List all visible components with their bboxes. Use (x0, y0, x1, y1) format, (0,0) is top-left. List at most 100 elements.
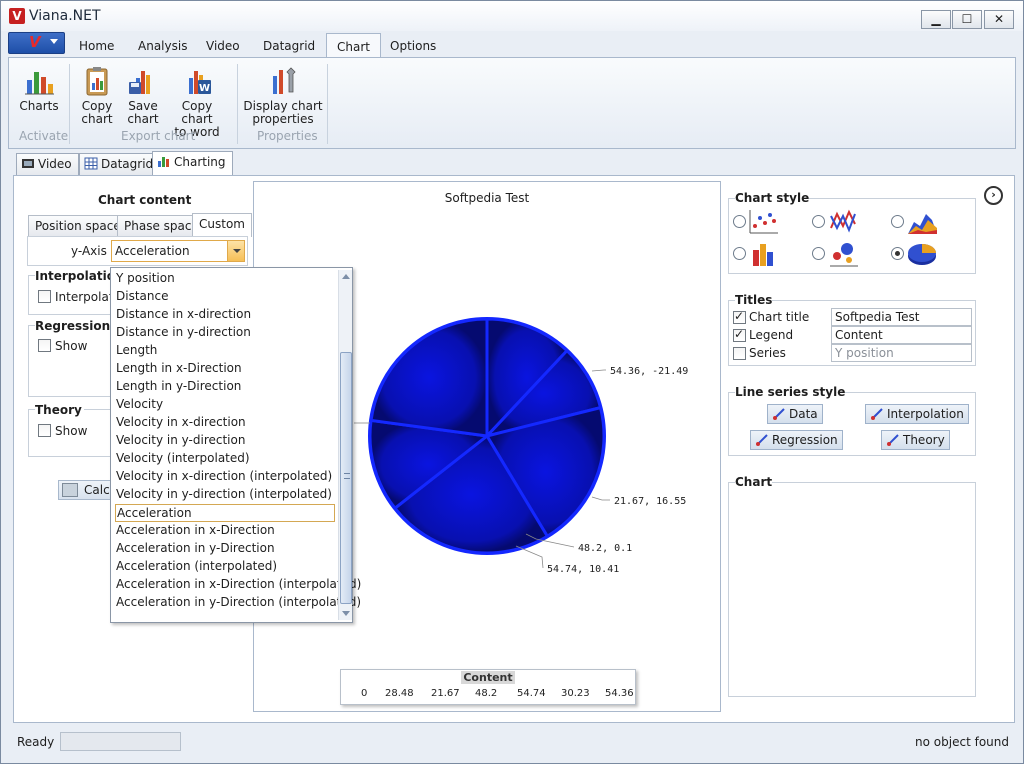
tab-position-space[interactable]: Position space (28, 215, 128, 237)
scatter-chart-icon (749, 210, 778, 234)
chart-legend: Content 0 28.48 21.67 48.2 54.74 30.23 54.36 (340, 669, 636, 705)
copy-chart-label-line2: chart (81, 112, 113, 126)
interpolation-style-button[interactable]: Interpolation (865, 404, 969, 424)
legend-input[interactable]: Content (831, 326, 972, 344)
dropdown-option[interactable]: Velocity in y-direction (interpolated) (116, 486, 335, 504)
doc-tab-datagrid-label: Datagrid (101, 157, 154, 171)
ribbon-tab-video[interactable]: Video (206, 39, 240, 53)
style-pie-radio[interactable] (891, 247, 904, 260)
calculate-button[interactable]: Calcu (58, 480, 118, 500)
yaxis-dropdown-button[interactable] (227, 241, 244, 261)
legend-label: Legend (749, 328, 794, 342)
dropdown-option[interactable]: Velocity (116, 396, 335, 414)
theory-title: Theory (35, 403, 84, 417)
style-scatter-radio[interactable] (733, 215, 746, 228)
dropdown-scrollbar[interactable] (338, 270, 352, 620)
dropdown-option[interactable]: Y position (116, 270, 335, 288)
chart-title-checkbox[interactable] (733, 309, 746, 324)
dropdown-option[interactable]: Length in x-Direction (116, 360, 335, 378)
save-chart-label-line2: chart (127, 112, 159, 126)
bar-chart-icon (158, 157, 169, 167)
regression-show-checkbox[interactable] (38, 339, 51, 352)
chart-content-title: Chart content (98, 193, 192, 207)
data-style-button-label: Data (789, 407, 818, 421)
regression-style-button[interactable]: Regression (750, 430, 843, 450)
minimize-button[interactable]: ▁ (921, 10, 951, 29)
ribbon-separator (237, 64, 238, 144)
doc-tab-video[interactable]: Video (16, 153, 79, 175)
ribbon-tab-datagrid[interactable]: Datagrid (263, 39, 315, 53)
copy-chart-button[interactable]: Copy chart (75, 66, 119, 126)
scrollbar-thumb[interactable] (340, 352, 352, 604)
charts-button-label: Charts (19, 99, 59, 113)
dropdown-option[interactable]: Distance in x-direction (116, 306, 335, 324)
dropdown-option[interactable]: Acceleration in x-Direction (116, 522, 335, 540)
interpolation-checkbox-label: Interpolati (55, 290, 117, 304)
app-menu-button[interactable]: V (8, 32, 65, 54)
regression-show-label: Show (55, 339, 88, 353)
legend-value: 0 (361, 688, 368, 699)
maximize-button[interactable]: ☐ (952, 10, 982, 29)
dropdown-option[interactable]: Acceleration (interpolated) (116, 558, 335, 576)
ribbon-tab-options[interactable]: Options (390, 39, 436, 53)
ribbon-tab-chart[interactable]: Chart (326, 33, 381, 58)
dropdown-option[interactable]: Velocity in x-direction (116, 414, 335, 432)
dropdown-option[interactable]: Acceleration (115, 504, 335, 522)
dropdown-option[interactable]: Acceleration in y-Direction (interpolate… (116, 594, 361, 612)
dropdown-option[interactable]: Distance in y-direction (116, 324, 335, 342)
doc-tab-charting-label: Charting (174, 155, 226, 169)
scroll-down-arrow-icon[interactable] (342, 611, 350, 616)
collapse-panel-button[interactable]: › (984, 186, 1003, 205)
yaxis-dropdown-list[interactable]: Y position Distance Distance in x-directio… (110, 267, 361, 623)
series-label: Series (749, 346, 786, 360)
app-window: V Viana.NET ▁ ☐ ✕ V Home Analysis Video … (0, 0, 1024, 764)
scroll-up-arrow-icon[interactable] (342, 274, 350, 279)
yaxis-select[interactable]: Acceleration (111, 240, 245, 262)
brush-icon (871, 408, 883, 420)
pie-slice (369, 317, 489, 438)
legend-checkbox[interactable] (733, 327, 746, 342)
legend-title: Content (341, 671, 635, 684)
status-progress-bar (60, 732, 181, 751)
interpolation-checkbox[interactable] (38, 290, 51, 303)
dropdown-option[interactable]: Velocity in x-direction (interpolated) (116, 468, 335, 486)
charts-button[interactable]: Charts (15, 66, 63, 113)
chart-title-label: Chart title (749, 310, 810, 324)
doc-tab-datagrid[interactable]: Datagrid (79, 153, 161, 175)
dropdown-option[interactable]: Distance (116, 288, 335, 306)
dropdown-option[interactable]: Length (116, 342, 335, 360)
dropdown-option[interactable]: Velocity in y-direction (116, 432, 335, 450)
regression-style-button-label: Regression (772, 433, 838, 447)
legend-value: 30.23 (561, 688, 590, 699)
style-bar-radio[interactable] (733, 247, 746, 260)
save-chart-icon (129, 71, 150, 94)
style-area-radio[interactable] (891, 215, 904, 228)
dropdown-option[interactable]: Acceleration in y-Direction (116, 540, 335, 558)
app-logo-icon: V (9, 8, 25, 24)
ribbon-group-export-chart: Export chart (121, 129, 196, 143)
dropdown-option[interactable]: Acceleration in x-Direction (interpolate… (116, 576, 361, 594)
doc-tab-charting[interactable]: Charting (152, 151, 233, 176)
data-label: 48.2, 0.1 (578, 543, 632, 554)
save-chart-button[interactable]: Save chart (121, 66, 165, 126)
dropdown-option[interactable]: Length in y-Direction (116, 378, 335, 396)
bubble-chart-icon (830, 243, 858, 267)
grid-icon (84, 157, 98, 170)
close-button[interactable]: ✕ (984, 10, 1014, 29)
theory-style-button[interactable]: Theory (881, 430, 950, 450)
series-checkbox[interactable] (733, 347, 746, 360)
style-line-radio[interactable] (812, 215, 825, 228)
theory-show-checkbox[interactable] (38, 424, 51, 437)
line-chart-icon (830, 209, 856, 233)
display-chart-properties-button[interactable]: Display chart properties (243, 66, 323, 126)
ribbon-tab-home[interactable]: Home (79, 39, 114, 53)
ribbon-tab-analysis[interactable]: Analysis (138, 39, 187, 53)
status-bar: Ready no object found (1, 728, 1023, 763)
data-style-button[interactable]: Data (767, 404, 823, 424)
style-bubble-radio[interactable] (812, 247, 825, 260)
tab-custom[interactable]: Custom (192, 213, 252, 237)
dropdown-option[interactable]: Velocity (interpolated) (116, 450, 335, 468)
svg-text:W: W (199, 83, 210, 94)
series-input[interactable]: Y position (831, 344, 972, 362)
chart-title-input[interactable]: Softpedia Test (831, 308, 972, 326)
